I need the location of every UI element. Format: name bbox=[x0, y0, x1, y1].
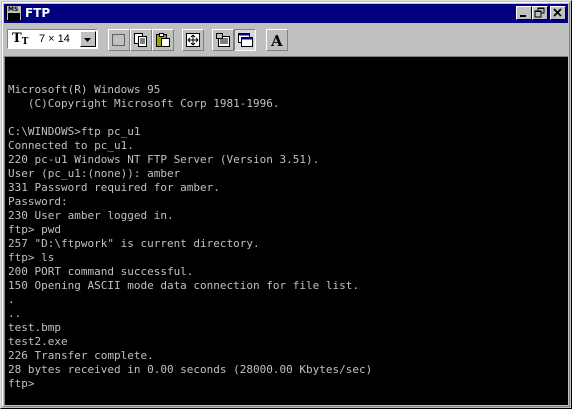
svg-text:A: A bbox=[270, 32, 283, 48]
chevron-down-icon[interactable] bbox=[80, 31, 96, 47]
console-line: C:\WINDOWS>ftp pc_u1 bbox=[8, 125, 141, 138]
mark-button[interactable] bbox=[108, 29, 130, 51]
command-prompt[interactable]: ftp> bbox=[8, 377, 35, 391]
restore-icon bbox=[534, 7, 545, 18]
background-button[interactable] bbox=[234, 29, 256, 51]
title-bar[interactable]: MS FTP bbox=[4, 4, 568, 23]
console-line: 220 pc-u1 Windows NT FTP Server (Version… bbox=[8, 153, 320, 166]
font-size-value: 7 × 14 bbox=[39, 33, 70, 45]
fullscreen-button[interactable] bbox=[182, 29, 204, 51]
copy-button[interactable] bbox=[130, 29, 152, 51]
console-line: 200 PORT command successful. bbox=[8, 265, 194, 278]
close-icon bbox=[553, 8, 562, 17]
console-output[interactable]: Microsoft(R) Windows 95 (C)Copyright Mic… bbox=[4, 56, 568, 405]
mark-icon bbox=[112, 34, 125, 46]
toolbar: TT 7 × 14 A bbox=[4, 25, 568, 53]
console-line: . bbox=[8, 293, 15, 306]
ms-dos-icon[interactable]: MS bbox=[6, 5, 22, 21]
background-icon bbox=[238, 33, 253, 47]
fullscreen-icon bbox=[186, 33, 200, 47]
console-line: Password: bbox=[8, 195, 68, 208]
console-line: test.bmp bbox=[8, 321, 61, 334]
minimize-icon bbox=[520, 15, 526, 17]
ftp-window: MS FTP TT 7 × 14 A Microsoft(R) Windows … bbox=[0, 0, 572, 409]
console-line: 230 User amber logged in. bbox=[8, 209, 174, 222]
console-line: Microsoft(R) Windows 95 bbox=[8, 83, 161, 96]
close-button[interactable] bbox=[550, 6, 566, 20]
font-button[interactable]: A bbox=[266, 29, 288, 51]
console-line: 226 Transfer complete. bbox=[8, 349, 154, 362]
window-title: FTP bbox=[25, 6, 51, 20]
console-line: 28 bytes received in 0.00 seconds (28000… bbox=[8, 363, 373, 376]
console-line: 331 Password required for amber. bbox=[8, 181, 220, 194]
console-line: ftp> pwd bbox=[8, 223, 61, 236]
font-size-select[interactable]: TT 7 × 14 bbox=[7, 29, 98, 49]
minimize-button[interactable] bbox=[516, 6, 532, 20]
console-line: User (pc_u1:(none)): amber bbox=[8, 167, 181, 180]
console-line: (C)Copyright Microsoft Corp 1981-1996. bbox=[8, 97, 280, 110]
paste-icon bbox=[156, 33, 170, 47]
console-line: ftp> ls bbox=[8, 251, 55, 264]
truetype-icon: TT bbox=[12, 31, 29, 47]
console-line: test2.exe bbox=[8, 335, 68, 348]
console-line: .. bbox=[8, 307, 22, 320]
console-line: 150 Opening ASCII mode data connection f… bbox=[8, 279, 359, 292]
copy-icon bbox=[134, 33, 147, 47]
properties-button[interactable] bbox=[212, 29, 234, 51]
font-icon: A bbox=[270, 32, 283, 48]
restore-button[interactable] bbox=[532, 6, 548, 20]
paste-button[interactable] bbox=[152, 29, 174, 51]
properties-icon bbox=[216, 33, 230, 47]
console-line: Connected to pc_u1. bbox=[8, 139, 134, 152]
console-line: 257 "D:\ftpwork" is current directory. bbox=[8, 237, 260, 250]
